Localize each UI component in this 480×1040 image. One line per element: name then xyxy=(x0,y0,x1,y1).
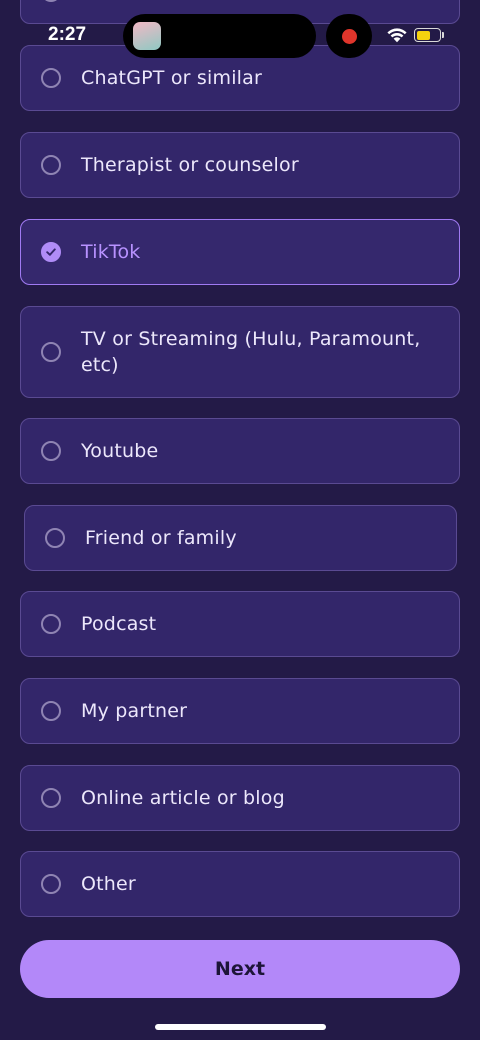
option-tiktok[interactable]: TikTok xyxy=(20,219,460,285)
screen-recording-indicator[interactable] xyxy=(326,14,372,58)
checkmark-icon xyxy=(41,242,61,262)
option-other[interactable]: Other xyxy=(20,851,460,917)
option-friend-family[interactable]: Friend or family xyxy=(24,505,457,571)
option-label: Youtube xyxy=(81,440,159,462)
radio-icon xyxy=(41,788,61,808)
app-icon xyxy=(133,22,161,50)
radio-icon xyxy=(45,528,65,548)
status-time: 2:27 xyxy=(48,24,87,45)
battery-level xyxy=(416,30,431,40)
radio-icon xyxy=(41,68,61,88)
next-button[interactable]: Next xyxy=(20,940,460,998)
option-podcast[interactable]: Podcast xyxy=(20,591,460,657)
radio-icon xyxy=(41,342,61,362)
option-label: TikTok xyxy=(81,241,141,263)
option-tv-streaming[interactable]: TV or Streaming (Hulu, Paramount, etc) xyxy=(20,306,460,398)
option-label: Online article or blog xyxy=(81,787,285,809)
radio-icon xyxy=(41,874,61,894)
radio-icon xyxy=(41,441,61,461)
radio-icon xyxy=(41,614,61,634)
wifi-icon xyxy=(387,28,407,43)
option-label: Podcast xyxy=(81,613,157,635)
option-youtube[interactable]: Youtube xyxy=(20,418,460,484)
record-dot-icon xyxy=(341,28,357,44)
home-indicator[interactable] xyxy=(155,1024,326,1030)
radio-icon xyxy=(41,155,61,175)
option-label: Friend or family xyxy=(85,527,237,549)
dynamic-island[interactable] xyxy=(123,14,316,58)
battery-icon xyxy=(414,28,441,42)
radio-icon xyxy=(41,701,61,721)
option-label: Other xyxy=(81,873,136,895)
option-label: Therapist or counselor xyxy=(81,154,299,176)
option-partner[interactable]: My partner xyxy=(20,678,460,744)
option-online-article[interactable]: Online article or blog xyxy=(20,765,460,831)
battery-tip xyxy=(442,32,444,38)
option-label: TV or Streaming (Hulu, Paramount, etc) xyxy=(81,328,421,376)
option-label: My partner xyxy=(81,700,188,722)
screen: ChatGPT or similar Therapist or counselo… xyxy=(0,0,480,1040)
status-bar: 2:27 xyxy=(0,0,480,70)
option-therapist[interactable]: Therapist or counselor xyxy=(20,132,460,198)
